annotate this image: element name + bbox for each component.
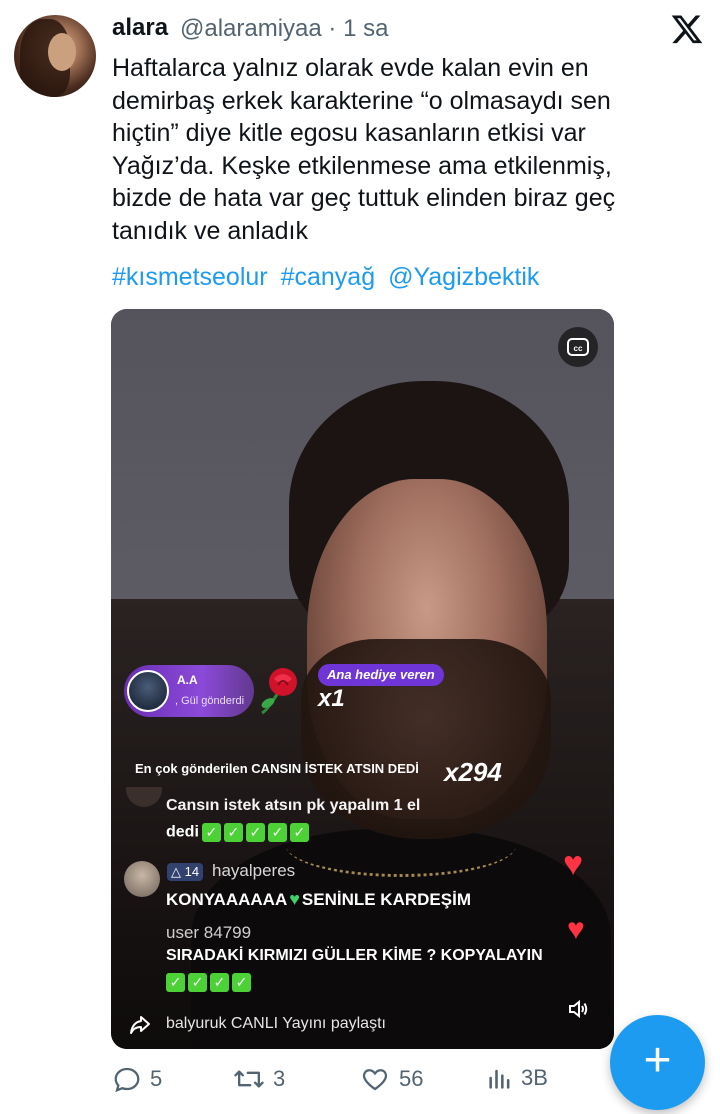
level-number: 14 [184,864,200,879]
comment-username: user 84799 [166,923,252,942]
rose-icon [256,665,302,715]
gift-action: , Gül gönderdi [175,695,245,707]
repost-icon [234,1070,264,1088]
tweet-line: bizde de hata var geç tuttuk elinden bir… [112,184,616,213]
reply-count: 5 [150,1066,163,1091]
author-avatar[interactable] [14,15,96,97]
heart-outline-icon [362,1069,388,1091]
reply-icon [114,1067,140,1093]
cc-icon: cc [567,338,589,356]
comment-text-part: SENİNLE KARDEŞİM [301,890,471,909]
comment-text-part: KONYAAAAAA [166,890,288,909]
reply-button[interactable]: 5 [112,1064,162,1094]
captions-button[interactable]: cc [558,327,598,367]
level-badge: △ 14 [167,863,204,881]
check-icon: ✓ [232,973,251,992]
top-sender-count: x294 [444,757,502,787]
check-icon: ✓ [223,823,243,842]
tweet-line: Haftalarca yalnız olarak evde kalan evin… [112,54,589,82]
views-icon [489,1069,510,1089]
like-count: 56 [399,1066,424,1091]
share-arrow-icon [129,1014,151,1036]
repost-count: 3 [273,1066,286,1091]
tweet-line: Yağız’da. Keşke etkilenmese ama etkilenm… [112,151,612,180]
tweet-line: demirbaş erkek karakterine “o olmasaydı … [112,86,611,115]
top-sender-text: En çok gönderilen CANSIN İSTEK ATSIN DED… [135,761,419,776]
check-icon: ✓ [289,823,309,842]
repost-button[interactable]: 3 [233,1064,285,1094]
video-media[interactable]: cc A.A , Gül gönderdi Ana hediye veren x… [111,309,614,1049]
comment-text-line2: dedi ✓ ✓ ✓ ✓ ✓ [166,823,309,842]
top-gifter-label: Ana hediye veren [318,664,444,686]
plus-icon: + [643,1034,672,1087]
views-count: 3B [521,1065,548,1090]
comment-text: SIRADAKİ KIRMIZI GÜLLER KİME ? KOPYALAYI… [166,947,543,964]
commenter-avatar [124,861,160,897]
check-icon: ✓ [166,973,185,992]
hashtag-link[interactable]: #canyağ [281,263,376,291]
heart-icon: ♥ [567,913,585,946]
gift-sender-avatar [127,670,169,712]
comment-username: hayalperes [212,861,296,880]
check-icon: ✓ [210,973,229,992]
views-button[interactable]: 3B [487,1064,548,1092]
gift-count: x1 [318,685,345,712]
svg-text:cc: cc [574,344,583,353]
hashtags: #kısmetseolur #canyağ @Yagizbektik [112,263,545,292]
heart-icon: ♥ [563,845,584,883]
like-button[interactable]: 56 [359,1064,423,1094]
check-icon: ✓ [245,823,265,842]
tweet-line: tanıdık ve anladık [112,216,308,245]
gift-sender-name: A.A [177,673,198,687]
comment-text-dedi: dedi [166,823,199,841]
check-icon: ✓ [201,823,221,842]
mention-link[interactable]: @Yagizbektik [388,263,539,291]
compose-button[interactable]: + [610,1015,705,1110]
check-icon: ✓ [188,973,207,992]
comment-text: KONYAAAAAA ♥ SENİNLE KARDEŞİM [166,889,471,910]
volume-icon[interactable] [566,997,590,1021]
check-icons: ✓ ✓ ✓ ✓ [163,973,251,992]
x-logo-icon [670,12,704,46]
author-handle-time[interactable]: @alaramiyaa · 1 sa [180,15,388,43]
check-icon: ✓ [267,823,287,842]
comment-text: Cansın istek atsın pk yapalım 1 el [166,797,421,814]
green-heart-icon: ♥ [289,889,300,909]
hashtag-link[interactable]: #kısmetseolur [112,263,268,291]
tweet-text: Haftalarca yalnız olarak evde kalan evin… [112,52,692,248]
author-name[interactable]: alara [112,14,168,42]
tweet-line: hiçtin” diye kitle egosu kasanların etki… [112,119,586,148]
share-text: balyuruk CANLI Yayını paylaştı [166,1015,386,1032]
